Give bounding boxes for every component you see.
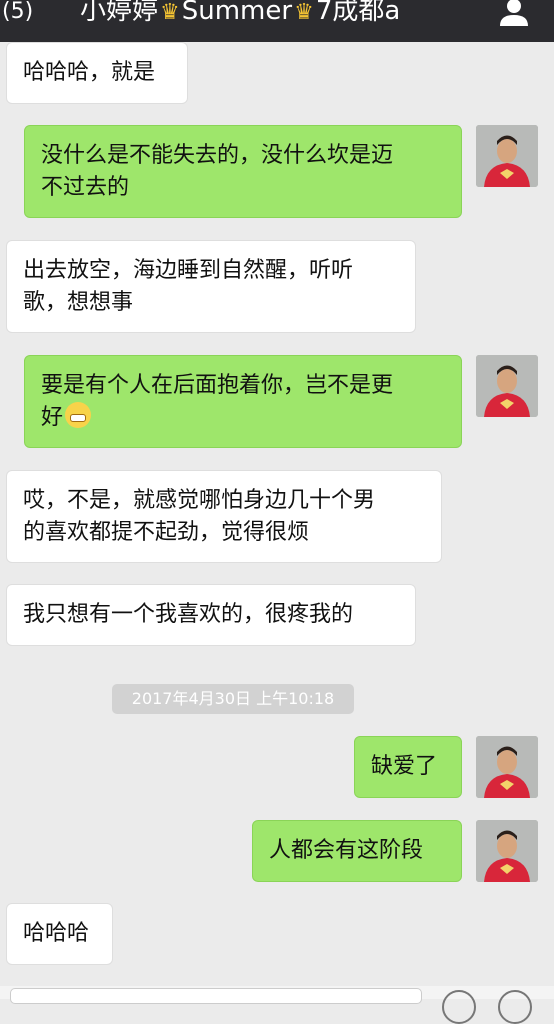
avatar[interactable] bbox=[476, 820, 538, 882]
avatar-image bbox=[476, 125, 538, 187]
incoming-message-bubble[interactable]: 哎，不是，就感觉哪怕身边几十个男 的喜欢都提不起劲，觉得很烦 bbox=[6, 470, 442, 563]
add-button[interactable] bbox=[498, 990, 532, 1024]
grimacing-face-emoji bbox=[65, 402, 92, 428]
message-text: 哈哈哈 bbox=[23, 921, 90, 946]
avatar-image bbox=[476, 820, 538, 882]
message-text-line-1: 出去放空，海边睡到自然醒，听听 bbox=[23, 258, 354, 283]
message-text: 缺爱了 bbox=[371, 754, 438, 779]
message-text-fragment: 好 bbox=[41, 405, 64, 430]
incoming-message-bubble[interactable]: 出去放空，海边睡到自然醒，听听 歌，想想事 bbox=[6, 240, 416, 333]
message-text: 我只想有一个我喜欢的，很疼我的 bbox=[23, 602, 354, 627]
message-text-line-1: 哎，不是，就感觉哪怕身边几十个男 bbox=[23, 488, 376, 513]
message-text-line-1: 要是有个人在后面抱着你，岂不是更 bbox=[41, 373, 394, 398]
chat-title: 小婷婷♛Summer♛7成都a bbox=[80, 0, 460, 28]
person-icon[interactable] bbox=[498, 0, 530, 28]
message-text-line-2: 不过去的 bbox=[41, 175, 130, 200]
message-text: 哈哈哈，就是 bbox=[23, 60, 156, 85]
chat-header: (5) 小婷婷♛Summer♛7成都a bbox=[0, 0, 554, 42]
incoming-message-bubble[interactable]: 哈哈哈，就是 bbox=[6, 42, 188, 104]
message-text-line-1: 没什么是不能失去的，没什么坎是迈 bbox=[41, 143, 394, 168]
crown-icon: ♛ bbox=[294, 0, 314, 25]
outgoing-message-bubble[interactable]: 没什么是不能失去的，没什么坎是迈 不过去的 bbox=[24, 125, 462, 218]
avatar[interactable] bbox=[476, 125, 538, 187]
crown-icon: ♛ bbox=[160, 0, 180, 25]
chat-title-part-3: 7成都a bbox=[315, 0, 401, 26]
emoji-button[interactable] bbox=[442, 990, 476, 1024]
message-input[interactable] bbox=[10, 988, 422, 1004]
avatar[interactable] bbox=[476, 355, 538, 417]
message-text: 人都会有这阶段 bbox=[269, 838, 424, 863]
avatar-image bbox=[476, 736, 538, 798]
input-bar bbox=[0, 986, 554, 1024]
outgoing-message-bubble[interactable]: 要是有个人在后面抱着你，岂不是更 好 bbox=[24, 355, 462, 448]
message-text-line-2: 的喜欢都提不起劲，觉得很烦 bbox=[23, 520, 310, 545]
message-text-line-2: 歌，想想事 bbox=[23, 290, 134, 315]
incoming-message-bubble[interactable]: 我只想有一个我喜欢的，很疼我的 bbox=[6, 584, 416, 646]
avatar-image bbox=[476, 355, 538, 417]
back-button[interactable]: (5) bbox=[2, 0, 33, 28]
chat-title-part-2: Summer bbox=[181, 0, 293, 26]
avatar[interactable] bbox=[476, 736, 538, 798]
incoming-message-bubble[interactable]: 哈哈哈 bbox=[6, 903, 113, 965]
outgoing-message-bubble[interactable]: 缺爱了 bbox=[354, 736, 462, 798]
outgoing-message-bubble[interactable]: 人都会有这阶段 bbox=[252, 820, 462, 882]
message-timestamp: 2017年4月30日 上午10:18 bbox=[112, 684, 354, 714]
message-text-line-2: 好 bbox=[41, 402, 445, 434]
chat-title-part-1: 小婷婷 bbox=[80, 0, 159, 26]
